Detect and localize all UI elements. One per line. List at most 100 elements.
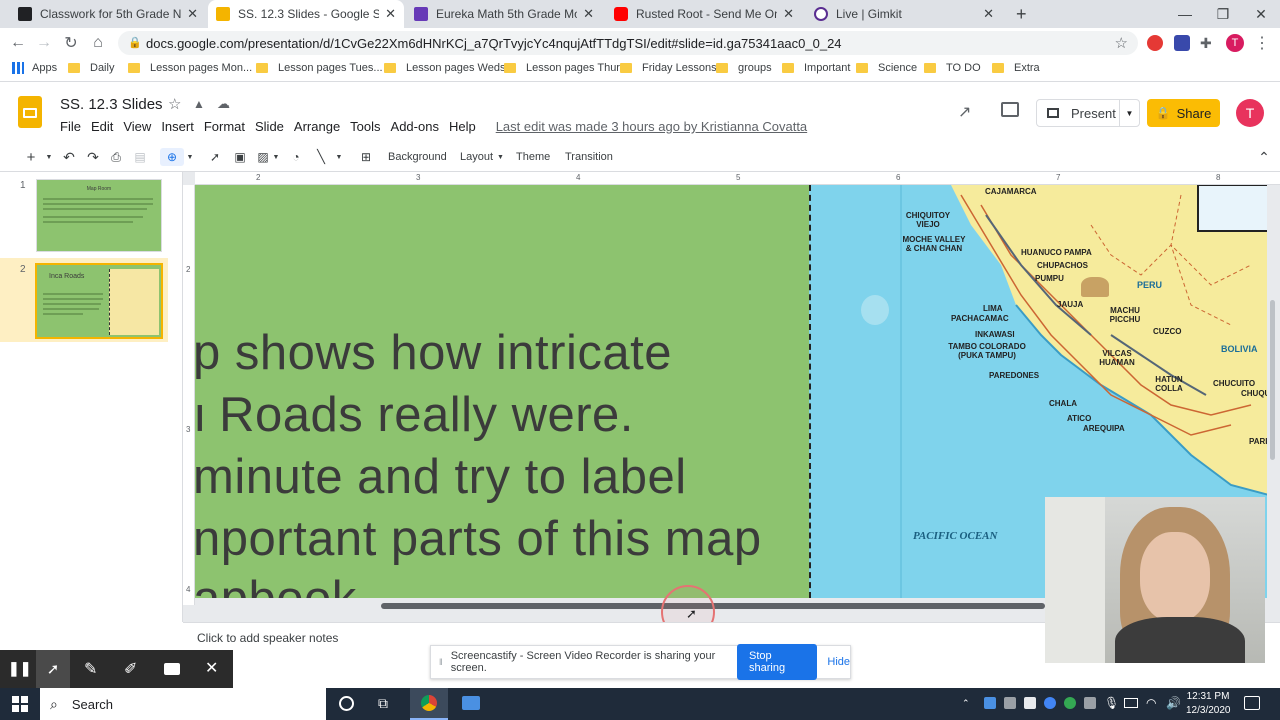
menu-tools[interactable]: Tools xyxy=(350,119,380,134)
url-field[interactable]: 🔒 docs.google.com/presentation/d/1CvGe22… xyxy=(118,31,1138,55)
tab-eureka[interactable]: Eureka Math 5th Grade Module 2 ✕ xyxy=(406,0,602,28)
tray-icon[interactable] xyxy=(1044,697,1056,709)
share-button[interactable]: 🔒 Share xyxy=(1147,99,1220,127)
star-icon[interactable]: ☆ xyxy=(1115,34,1128,52)
puzzle-icon[interactable]: ✚ xyxy=(1200,35,1216,51)
drag-handle-icon[interactable]: ‖ xyxy=(439,657,443,667)
volume-icon[interactable]: 🔊 xyxy=(1166,696,1181,710)
present-dropdown-icon[interactable]: ▼ xyxy=(1119,100,1139,126)
tab-gimkit[interactable]: Live | Gimkit ✕ xyxy=(806,0,1002,28)
taskbar-clock[interactable]: 12:31 PM 12/3/2020 xyxy=(1186,690,1231,718)
pen-icon[interactable]: ✎ xyxy=(84,659,97,679)
image-icon[interactable]: ▨ xyxy=(255,148,271,166)
close-icon[interactable]: ✕ xyxy=(385,6,396,22)
last-edit-link[interactable]: Last edit was made 3 hours ago by Kristi… xyxy=(496,119,807,134)
bookmark-lesson-mon[interactable]: Lesson pages Mon... xyxy=(128,62,252,74)
bookmark-friday[interactable]: Friday Lessons xyxy=(620,62,717,74)
battery-icon[interactable] xyxy=(1124,698,1138,708)
activity-trend-icon[interactable]: ↗ xyxy=(958,102,971,122)
tray-icon[interactable] xyxy=(1084,697,1096,709)
slide-thumbnail-2[interactable]: Inca Roads xyxy=(35,263,163,339)
tab-slides[interactable]: SS. 12.3 Slides - Google Slides ✕ xyxy=(208,0,404,28)
account-avatar[interactable]: T xyxy=(1236,99,1264,127)
taskbar-search-box[interactable]: ⌕ Search xyxy=(40,688,326,720)
zoom-icon[interactable]: ⊕ xyxy=(160,148,184,166)
menu-slide[interactable]: Slide xyxy=(255,119,284,134)
undo-icon[interactable]: ↶ xyxy=(62,148,76,166)
bookmark-groups[interactable]: groups xyxy=(716,62,772,74)
menu-format[interactable]: Format xyxy=(204,119,245,134)
bookmark-lesson-thur[interactable]: Lesson pages Thur xyxy=(504,62,620,74)
profile-avatar[interactable]: T xyxy=(1226,34,1244,52)
tray-icon[interactable] xyxy=(984,697,996,709)
cursor-tool-icon[interactable]: ➚ xyxy=(36,650,70,688)
chevron-down-icon[interactable]: ▼ xyxy=(186,148,194,166)
slide-text-panel[interactable]: p shows how intricate ı Roads really were… xyxy=(195,185,809,598)
theme-button[interactable]: Theme xyxy=(516,148,550,166)
stop-sharing-button[interactable]: Stop sharing xyxy=(736,644,818,680)
redo-icon[interactable]: ↷ xyxy=(86,148,100,166)
kebab-menu-icon[interactable]: ⋮ xyxy=(1254,33,1270,53)
chevron-down-icon[interactable]: ▼ xyxy=(335,148,343,166)
close-icon[interactable]: ✕ xyxy=(187,6,198,22)
text-box-icon[interactable]: ▣ xyxy=(232,148,248,166)
reload-icon[interactable]: ↻ xyxy=(61,33,81,53)
paint-format-icon[interactable]: ▤ xyxy=(133,148,147,166)
notifications-icon[interactable] xyxy=(1244,696,1260,710)
bookmark-apps[interactable]: Apps xyxy=(12,62,57,74)
comments-icon[interactable] xyxy=(1001,102,1019,117)
slides-logo-icon[interactable] xyxy=(18,96,42,128)
eraser-icon[interactable]: ✐ xyxy=(124,659,137,679)
maximize-icon[interactable]: ❐ xyxy=(1204,0,1242,28)
minimize-icon[interactable]: — xyxy=(1166,0,1204,28)
slide-thumbnail-1[interactable]: Map Room xyxy=(36,179,162,252)
collapse-toolbar-icon[interactable]: ⌃ xyxy=(1256,148,1272,166)
background-button[interactable]: Background xyxy=(388,148,447,166)
hide-button[interactable]: Hide xyxy=(827,656,850,668)
bookmark-lesson-weds[interactable]: Lesson pages Weds xyxy=(384,62,505,74)
back-icon[interactable]: ← xyxy=(8,33,28,53)
star-icon[interactable]: ☆ xyxy=(168,95,181,113)
new-slide-icon[interactable]: + xyxy=(24,148,38,166)
tray-icon[interactable] xyxy=(1064,697,1076,709)
cortana-icon[interactable] xyxy=(339,696,354,711)
show-hidden-icons-icon[interactable]: ⌃ xyxy=(962,698,970,709)
bookmark-todo[interactable]: TO DO xyxy=(924,62,981,74)
taskbar-app-icon[interactable] xyxy=(462,696,480,710)
tray-icon[interactable] xyxy=(1024,697,1036,709)
doc-title[interactable]: SS. 12.3 Slides xyxy=(60,96,163,113)
transition-button[interactable]: Transition xyxy=(565,148,613,166)
bookmark-important[interactable]: Important xyxy=(782,62,850,74)
shape-icon[interactable]: ◔ xyxy=(288,148,304,166)
chevron-down-icon[interactable]: ▼ xyxy=(44,148,54,166)
webcam-overlay[interactable] xyxy=(1045,497,1265,663)
bookmark-lesson-tues[interactable]: Lesson pages Tues... xyxy=(256,62,383,74)
comment-add-icon[interactable]: ⊞ xyxy=(358,148,374,166)
layout-button[interactable]: Layout ▼ xyxy=(460,148,504,166)
windows-start-icon[interactable] xyxy=(12,696,28,712)
wifi-icon[interactable]: ◠ xyxy=(1146,696,1156,710)
forward-icon[interactable]: → xyxy=(34,33,54,53)
taskbar-chrome[interactable] xyxy=(410,688,448,720)
webcam-icon[interactable] xyxy=(164,663,180,675)
tray-icon[interactable] xyxy=(1004,697,1016,709)
close-icon[interactable]: ✕ xyxy=(205,658,218,678)
line-icon[interactable]: ╲ xyxy=(314,148,328,166)
new-tab-button[interactable]: + xyxy=(1008,0,1036,28)
bookmark-science[interactable]: Science xyxy=(856,62,917,74)
menu-file[interactable]: File xyxy=(60,119,81,134)
present-button[interactable]: Present ▼ xyxy=(1036,99,1140,127)
print-icon[interactable]: ⎙ xyxy=(109,148,123,166)
window-close-icon[interactable]: ✕ xyxy=(1242,0,1280,28)
select-cursor-icon[interactable]: ➚ xyxy=(208,148,222,166)
menu-arrange[interactable]: Arrange xyxy=(294,119,340,134)
menu-edit[interactable]: Edit xyxy=(91,119,113,134)
tab-youtube[interactable]: Rusted Root - Send Me On My W ✕ xyxy=(606,0,802,28)
close-icon[interactable]: ✕ xyxy=(983,6,994,22)
menu-help[interactable]: Help xyxy=(449,119,476,134)
pause-icon[interactable]: ❚❚ xyxy=(8,660,31,677)
extension-c-icon[interactable] xyxy=(1174,35,1190,51)
bookmark-extra[interactable]: Extra xyxy=(992,62,1040,74)
move-to-folder-icon[interactable]: ▲ xyxy=(193,97,205,111)
bookmark-daily[interactable]: Daily xyxy=(68,62,114,74)
